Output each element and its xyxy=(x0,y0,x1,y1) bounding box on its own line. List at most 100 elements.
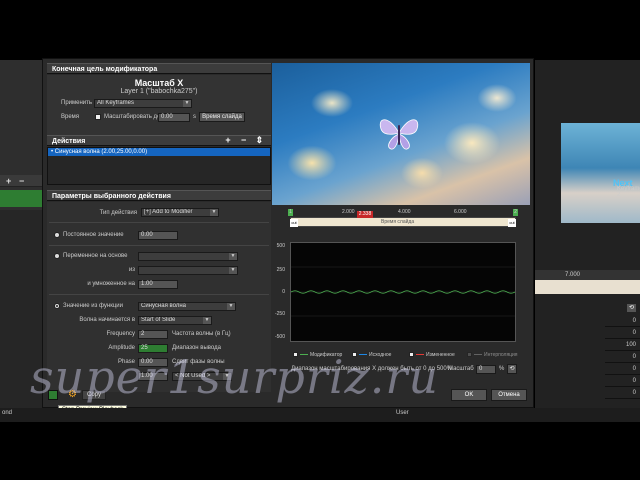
constant-input[interactable]: 0.00 xyxy=(138,231,178,240)
unit-label: s xyxy=(193,114,196,120)
selected-track[interactable] xyxy=(0,190,46,207)
refresh-icon[interactable]: ⟲ xyxy=(507,364,517,374)
graph-canvas xyxy=(290,266,516,317)
background-right-panel: Next Keyframe 2 7.000 ⟲ 0 0 100 0 0 0 0 xyxy=(535,60,640,420)
chevron-down-icon: ▼ xyxy=(203,317,211,324)
slide-time-button[interactable]: Время слайда xyxy=(199,112,245,122)
function-label: Значение из функции xyxy=(63,303,123,309)
action-type-select[interactable]: [+] Add to Modifier ▼ xyxy=(141,208,219,217)
scale-to-input[interactable]: 0.00 xyxy=(158,113,190,122)
wave-starts-value: Start of Slide xyxy=(141,317,176,323)
action-type-label: Тип действия xyxy=(99,210,137,216)
y-axis-label: 500 xyxy=(276,243,285,249)
apply-to-value: All Keyframes xyxy=(97,100,135,106)
ok-button[interactable]: OK xyxy=(451,389,487,401)
action-type-value: [+] Add to Modifier xyxy=(144,209,193,215)
property-value[interactable]: 0 xyxy=(605,327,640,339)
chevron-down-icon: ▼ xyxy=(227,303,235,310)
divider xyxy=(49,245,269,246)
from-label: из xyxy=(128,267,135,273)
user-label: User xyxy=(396,410,409,416)
target-header: Конечная цель модификатора xyxy=(47,63,271,74)
remove-button[interactable]: − xyxy=(19,175,24,187)
tick-label: 6.000 xyxy=(454,209,467,215)
y-axis-label: 250 xyxy=(276,267,285,273)
cut-right[interactable]: cut xyxy=(508,219,516,227)
frequency-desc: Частота волны (в Гц) xyxy=(172,331,231,337)
target-title: Масштаб X xyxy=(134,78,184,88)
remove-action-button[interactable]: − xyxy=(239,136,249,145)
variable-select[interactable]: ▼ xyxy=(138,252,238,261)
apply-to-select[interactable]: All Keyframes ▼ xyxy=(94,99,192,108)
slide-time-bar: 1 2.000 4.000 6.000 2 2.338 Время слайда… xyxy=(288,209,518,237)
wave-starts-select[interactable]: Start of Slide ▼ xyxy=(138,316,212,325)
action-item[interactable]: • Синусная волна (2.00,25.00,0.00) xyxy=(48,148,270,156)
bottom-left-text: ond xyxy=(2,410,13,416)
legend-swatch xyxy=(474,354,482,356)
actions-list: • Синусная волна (2.00,25.00,0.00) xyxy=(47,147,271,185)
params-header: Параметры выбранного действия xyxy=(47,190,271,201)
add-button[interactable]: + xyxy=(6,175,11,187)
slide-time-label: Время слайда xyxy=(381,219,415,225)
function-value: Синусная волна xyxy=(141,303,186,309)
y-axis-label: -250 xyxy=(274,311,285,317)
scale-input[interactable]: 0 xyxy=(476,365,496,374)
chevron-down-icon: ▼ xyxy=(210,209,218,216)
property-value[interactable]: 0 xyxy=(605,315,640,327)
scale-to-label: Масштабировать до xyxy=(104,114,161,120)
butterfly-icon xyxy=(379,119,419,150)
cancel-button[interactable]: Отмена xyxy=(491,389,527,401)
current-time-marker[interactable]: 2.338 xyxy=(357,211,373,218)
chevron-down-icon: ▼ xyxy=(229,267,237,274)
divider xyxy=(49,222,269,223)
chevron-down-icon: ▼ xyxy=(229,253,237,260)
watermark-text: super1surpriz.ru xyxy=(30,350,439,404)
next-slide-thumbnail[interactable] xyxy=(561,123,640,223)
constant-radio[interactable] xyxy=(54,232,60,238)
start-marker[interactable]: 1 xyxy=(288,209,293,216)
target-panel: Масштаб X Layer 1 ("babochka275") Примен… xyxy=(47,75,271,135)
property-value[interactable]: 0 xyxy=(605,351,640,363)
property-value[interactable]: 0 xyxy=(605,387,640,399)
property-value[interactable]: 0 xyxy=(605,363,640,375)
legend-interpolation[interactable]: Интерполяция xyxy=(467,352,518,358)
multiplied-input[interactable]: 1.00 xyxy=(138,280,178,289)
scale-unit: % xyxy=(499,366,505,372)
from-select[interactable]: ▼ xyxy=(138,266,238,275)
keyframe-label: Keyframe 2 xyxy=(617,186,640,198)
time-label: Время xyxy=(61,114,80,120)
end-marker[interactable]: 2 xyxy=(513,209,518,216)
slide-preview-image xyxy=(272,63,530,205)
frequency-label: Frequency xyxy=(106,331,135,337)
timeline-ruler: 7.000 xyxy=(535,270,640,280)
variable-label: Переменное на основе xyxy=(63,253,128,259)
legend-label: Интерполяция xyxy=(484,352,518,358)
property-value[interactable]: 100 xyxy=(605,339,640,351)
legend-checkbox[interactable] xyxy=(467,352,472,358)
frequency-input[interactable]: 2 xyxy=(138,330,168,339)
function-select[interactable]: Синусная волна ▼ xyxy=(138,302,236,311)
reorder-action-button[interactable]: ⇕ xyxy=(254,136,264,145)
modifier-graph[interactable] xyxy=(290,242,516,342)
target-layer: Layer 1 ("babochka275") xyxy=(120,88,198,95)
apply-to-label: Применить к xyxy=(61,100,97,106)
bottom-strip: ond User xyxy=(0,408,640,422)
refresh-icon[interactable]: ⟲ xyxy=(627,304,636,312)
actions-toolbar: + − ⇕ xyxy=(219,136,264,145)
constant-label: Постоянное значение xyxy=(63,232,124,238)
function-radio[interactable] xyxy=(54,303,60,309)
slide-time-track[interactable]: 2.338 Время слайда xyxy=(290,211,516,227)
property-value[interactable]: 0 xyxy=(605,375,640,387)
left-toolbar: + − xyxy=(0,175,46,187)
chevron-down-icon: ▼ xyxy=(183,100,191,107)
y-axis-label: 0 xyxy=(282,289,285,295)
scale-to-checkbox[interactable] xyxy=(95,114,101,120)
y-axis-label: -500 xyxy=(274,334,285,340)
add-action-button[interactable]: + xyxy=(223,136,233,145)
multiplied-label: и умноженное на xyxy=(87,281,135,287)
tick-label: 4.000 xyxy=(398,209,411,215)
variable-radio[interactable] xyxy=(54,253,60,259)
timeline-track[interactable] xyxy=(535,280,640,294)
property-rows: 0 0 100 0 0 0 0 xyxy=(605,315,640,399)
cut-left[interactable]: cut xyxy=(290,219,298,227)
